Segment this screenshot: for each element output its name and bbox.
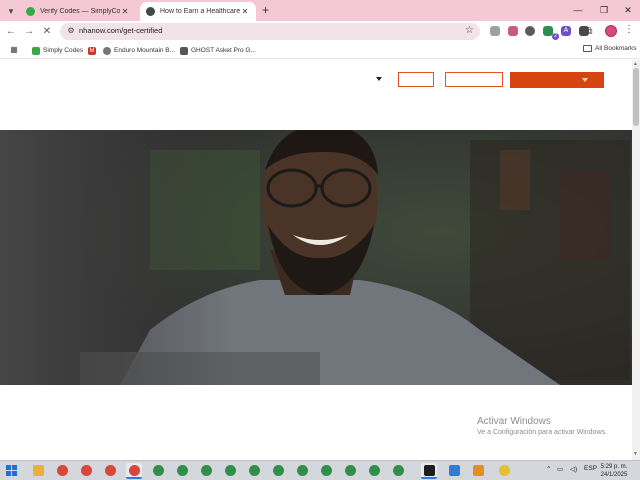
simplycodes-icon <box>32 46 40 55</box>
watermark-title: Activar Windows <box>477 416 551 427</box>
bookmark-simplycodes[interactable]: Simply Codes <box>32 45 83 56</box>
bookmark-star-icon[interactable]: ☆ <box>465 25 474 36</box>
bookmark-enduro[interactable]: Enduro Mountain B... <box>103 45 175 56</box>
close-icon[interactable]: ✕ <box>240 7 250 16</box>
nhanow-favicon-icon <box>146 7 155 16</box>
tab-simplycodes[interactable]: Verify Codes — SimplyCodes ✕ <box>20 2 136 21</box>
chrome-icon[interactable] <box>150 463 166 479</box>
bookmark-gmail[interactable]: M <box>88 45 99 56</box>
hero-image <box>0 130 632 385</box>
site-header <box>0 60 632 130</box>
page-viewport: ▲ ▼ Activar Windows Ve a Configuración p… <box>0 60 640 460</box>
minimize-icon[interactable]: — <box>568 3 588 17</box>
clock-date: 24/1/2025 <box>600 472 628 478</box>
folder-icon <box>583 45 592 52</box>
windows-taskbar: ⌃ ▭ ◁) ESP 5:29 p. m. 24/1/2025 <box>0 460 640 480</box>
simplycodes-favicon-icon <box>26 7 35 16</box>
scroll-up-arrow-icon[interactable]: ▲ <box>633 61 638 67</box>
watermark-subtitle: Ve a Configuración para activar Windows. <box>477 429 607 436</box>
apps-grid-icon[interactable]: ▦ <box>9 45 19 55</box>
windows-start-icon[interactable] <box>6 465 17 476</box>
chrome-icon[interactable] <box>342 463 358 479</box>
clock-time: 5:29 p. m. <box>600 464 628 470</box>
chrome-icon[interactable] <box>126 463 142 479</box>
browser-toolbar: ← → ✕ ⚙ nhanow.com/get-certified ☆ 2 A ⧉… <box>0 21 640 42</box>
extension-icon[interactable]: A <box>561 26 571 36</box>
tray-chevron-up-icon[interactable]: ⌃ <box>546 465 551 473</box>
menu-dots-icon[interactable]: ⋮ <box>624 24 634 35</box>
chrome-icon[interactable] <box>174 463 190 479</box>
all-bookmarks[interactable]: All Bookmarks <box>583 45 637 52</box>
bookmark-label: Simply Codes <box>43 47 84 54</box>
extension-icon[interactable] <box>525 26 535 36</box>
extensions-puzzle-icon[interactable]: ⧉ <box>582 25 596 39</box>
windows-activation-watermark: Activar Windows Ve a Configuración para … <box>477 416 607 436</box>
stop-loading-icon[interactable]: ✕ <box>40 25 54 39</box>
bookmark-label: Enduro Mountain B... <box>114 47 176 54</box>
extension-badge: 2 <box>552 33 559 40</box>
language-indicator[interactable]: ESP <box>584 465 597 472</box>
chrome-icon[interactable] <box>198 463 214 479</box>
page-scrollbar[interactable]: ▲ ▼ <box>632 60 640 460</box>
header-outline-button[interactable] <box>445 72 503 87</box>
chrome-icon[interactable] <box>294 463 310 479</box>
sublime-text-icon[interactable] <box>470 463 486 479</box>
chrome-icon[interactable] <box>78 463 94 479</box>
header-primary-dropdown-button[interactable] <box>510 72 604 88</box>
bookmark-label: GHOST Asket Pro G... <box>191 47 256 54</box>
scroll-down-arrow-icon[interactable]: ▼ <box>633 451 638 457</box>
back-arrow-icon[interactable]: ← <box>4 25 18 39</box>
close-icon[interactable]: ✕ <box>120 7 130 16</box>
chrome-icon[interactable] <box>246 463 262 479</box>
chrome-icon[interactable] <box>102 463 118 479</box>
bookmarks-bar: ▦ Simply Codes M Enduro Mountain B... GH… <box>0 42 640 59</box>
gmail-icon: M <box>88 46 96 55</box>
hero-photo <box>0 130 632 385</box>
chrome-icon[interactable] <box>318 463 334 479</box>
volume-icon[interactable]: ◁) <box>570 465 577 473</box>
network-icon[interactable]: ▭ <box>557 465 563 473</box>
chrome-icon[interactable] <box>54 463 70 479</box>
tab-title: How to Earn a Healthcare Certi <box>160 8 240 15</box>
nvidia-app-icon[interactable] <box>421 463 437 479</box>
ghost-icon <box>180 46 188 55</box>
extension-icon[interactable] <box>508 26 518 36</box>
enduro-icon <box>103 46 111 55</box>
chrome-icon[interactable] <box>270 463 286 479</box>
chrome-icon[interactable] <box>366 463 382 479</box>
emoji-app-icon[interactable] <box>496 463 512 479</box>
window-close-icon[interactable]: ✕ <box>618 3 638 17</box>
chrome-icon[interactable] <box>390 463 406 479</box>
url-text[interactable]: nhanow.com/get-certified <box>79 26 162 35</box>
profile-avatar[interactable] <box>605 25 617 37</box>
extension-icon[interactable] <box>490 26 500 36</box>
chevron-down-icon <box>582 78 588 82</box>
tab-title: Verify Codes — SimplyCodes <box>40 8 120 15</box>
bookmark-ghost[interactable]: GHOST Asket Pro G... <box>180 45 256 56</box>
header-outline-button[interactable] <box>398 72 434 87</box>
dropdown-caret-icon[interactable] <box>376 77 382 81</box>
forward-arrow-icon[interactable]: → <box>22 25 36 39</box>
all-bookmarks-label: All Bookmarks <box>595 45 637 52</box>
tab-strip: ▾ Verify Codes — SimplyCodes ✕ How to Ea… <box>0 0 640 21</box>
system-clock[interactable]: 5:29 p. m. 24/1/2025 <box>600 463 628 479</box>
chrome-icon[interactable] <box>222 463 238 479</box>
tab-search-icon[interactable]: ▾ <box>4 4 18 18</box>
site-info-icon[interactable]: ⚙ <box>66 26 76 36</box>
scroll-thumb[interactable] <box>633 68 639 126</box>
address-bar[interactable]: ⚙ nhanow.com/get-certified ☆ <box>60 23 480 40</box>
tab-nhanow[interactable]: How to Earn a Healthcare Certi ✕ <box>140 2 256 21</box>
maximize-icon[interactable]: ❐ <box>594 3 614 17</box>
new-tab-plus-icon[interactable]: + <box>259 4 272 17</box>
app-window-icon[interactable] <box>446 463 462 479</box>
file-explorer-icon[interactable] <box>30 463 46 479</box>
